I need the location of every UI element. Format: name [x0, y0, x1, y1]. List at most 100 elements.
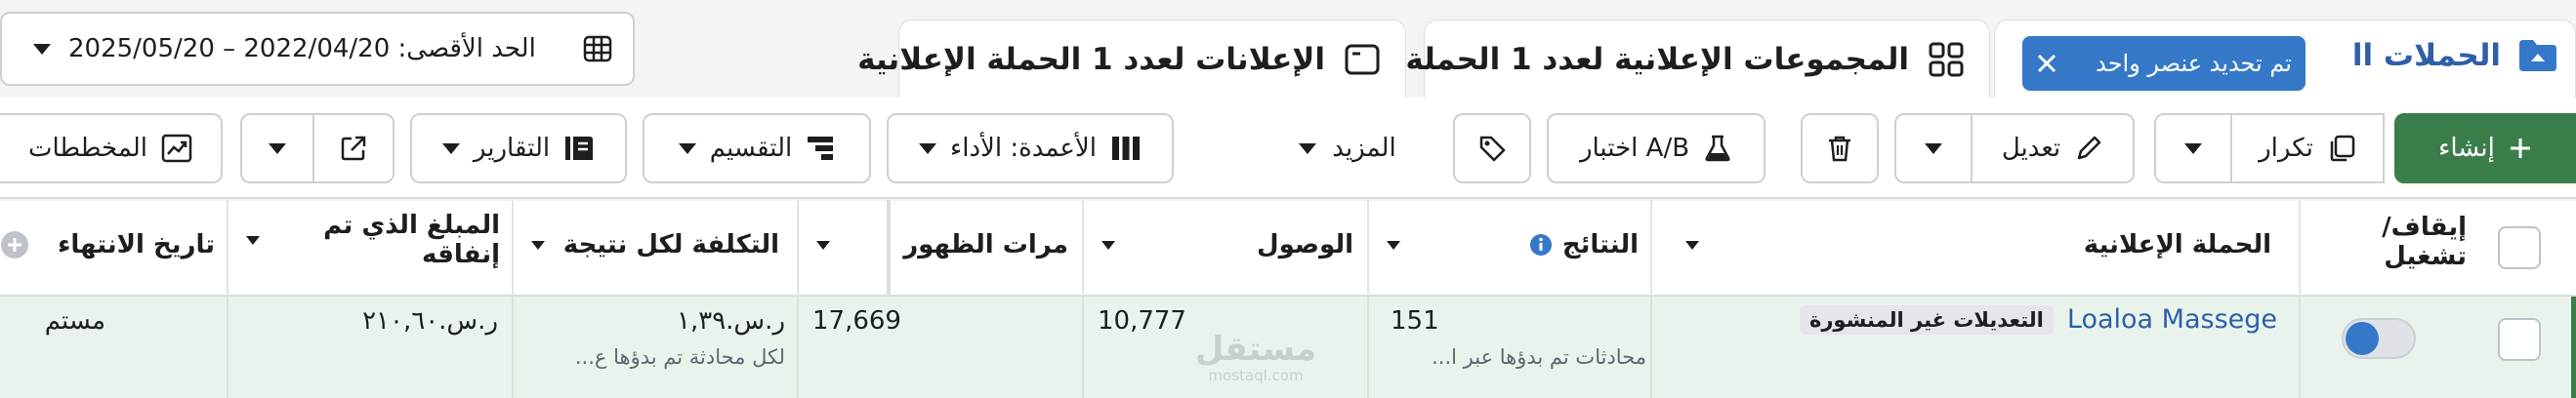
more-label: المزيد [1332, 134, 1396, 163]
calendar-grid-icon [582, 33, 613, 64]
charts-label: المخططات [27, 134, 147, 163]
export-dropdown[interactable] [240, 113, 314, 183]
reports-book-icon [563, 134, 595, 163]
selection-badge-label: تم تحديد عنصر واحد [2096, 50, 2292, 77]
breakdown-dropdown[interactable]: التقسيم [643, 113, 871, 183]
chevron-down-icon [2184, 142, 2202, 154]
plus-icon [2509, 137, 2532, 160]
create-button[interactable]: إنشاء [2394, 113, 2576, 183]
header-results-label: النتائج [1561, 230, 1639, 259]
edit-button[interactable]: تعديل [1971, 113, 2135, 183]
edit-dropdown[interactable] [1894, 113, 1973, 183]
header-cost-label: التكلفة لكل نتيجة [562, 230, 779, 259]
duplicate-dropdown[interactable] [2154, 113, 2232, 183]
folder-icon [2516, 36, 2559, 75]
cost-per-result-cell: ر.س.١,٣٩ لكل محادثة تم بدؤها ع... [514, 306, 785, 369]
add-column-icon[interactable] [0, 230, 29, 259]
edit-label: تعديل [2001, 134, 2061, 163]
sort-caret-icon [1387, 240, 1400, 250]
header-amount-line1: المبلغ الذي تم [323, 211, 500, 240]
adset-grid-icon [1927, 40, 1966, 79]
watermark: مستقل mostaql.com [1168, 332, 1344, 384]
header-cost-per-result[interactable]: التكلفة لكل نتيجة [523, 230, 779, 259]
sort-caret-icon [816, 240, 830, 250]
unpublished-badge: التعديلات غير المنشورة [1799, 304, 2054, 335]
chevron-down-icon [269, 142, 286, 154]
column-divider [227, 297, 229, 398]
amount-spent-value: ر.س.٢١٠,٦٠ [362, 306, 498, 336]
campaign-toggle[interactable] [2342, 318, 2416, 359]
create-label: إنشاء [2438, 134, 2495, 163]
header-reach-label: الوصول [1257, 230, 1353, 259]
results-value: 151 [1391, 306, 1439, 336]
column-divider [1367, 297, 1369, 398]
results-subtitle: محادثات تم بدؤها عبر ا... [1432, 345, 1646, 369]
trend-chart-icon [161, 134, 192, 163]
header-results[interactable]: النتائج [1379, 230, 1639, 259]
header-end-date[interactable]: تاريخ الانتهاء [0, 230, 215, 259]
sort-caret-icon [246, 235, 260, 245]
column-divider [797, 297, 799, 398]
sort-caret-icon [1101, 240, 1115, 250]
cost-subtitle: لكل محادثة تم بدؤها ع... [574, 345, 785, 369]
date-range-picker[interactable]: الحد الأقصى: 2022/04/20 – 2025/05/20 [0, 12, 635, 86]
header-amount-line2: إنفاقه [422, 240, 500, 269]
watermark-text: مستقل [1194, 330, 1317, 369]
column-divider [2299, 297, 2301, 398]
pencil-icon [2074, 134, 2103, 163]
reports-dropdown[interactable]: التقارير [410, 113, 627, 183]
row-checkbox[interactable] [2498, 318, 2541, 361]
campaign-name-link[interactable]: Loaloa Massege [2067, 304, 2277, 335]
charts-button[interactable]: المخططات [0, 113, 223, 183]
header-reach[interactable]: الوصول [1094, 230, 1353, 259]
chevron-down-icon [1299, 142, 1317, 154]
campaign-cell: التعديلات غير المنشورة Loaloa Massege [1662, 304, 2277, 335]
end-date-value: مستم [44, 306, 105, 336]
header-impressions-label: مرات الظهور [903, 230, 1068, 259]
delete-button[interactable] [1801, 113, 1879, 183]
results-cell: 151 محادثات تم بدؤها عبر ا... [1391, 306, 1646, 369]
tab-campaigns-label: الحملات اا [2351, 38, 2501, 73]
duplicate-button[interactable]: تكرار [2230, 113, 2385, 183]
breakdown-label: التقسيم [709, 134, 793, 163]
selection-badge[interactable]: تم تحديد عنصر واحد [2022, 36, 2306, 91]
select-all-checkbox[interactable] [2498, 226, 2541, 269]
chevron-down-icon [33, 43, 51, 55]
copy-icon [2327, 134, 2356, 163]
sort-caret-icon [531, 240, 545, 250]
header-campaign-label: الحملة الإعلانية [2083, 230, 2271, 259]
sort-caret-icon [1685, 240, 1699, 250]
ab-test-label: اختبار A/B [1579, 134, 1690, 163]
toggle-knob [2346, 322, 2379, 355]
chevron-down-icon [678, 142, 696, 154]
trash-icon [1825, 134, 1854, 163]
info-icon[interactable] [1529, 233, 1553, 257]
header-impressions[interactable]: مرات الظهور [809, 230, 1068, 259]
header-end-date-label: تاريخ الانتهاء [58, 230, 215, 259]
columns-icon [1110, 135, 1142, 162]
close-icon[interactable] [2036, 53, 2057, 74]
tag-button[interactable] [1453, 113, 1531, 183]
header-toggle-line2: تشغيل [2384, 242, 2467, 271]
column-divider [1650, 297, 1652, 398]
chevron-down-icon [1925, 142, 1942, 154]
columns-dropdown[interactable]: الأعمدة: الأداء [887, 113, 1174, 183]
export-button[interactable] [312, 113, 395, 183]
breakdown-icon [806, 135, 835, 162]
impressions-value: 17,669 [812, 306, 901, 336]
columns-label: الأعمدة: الأداء [950, 134, 1097, 163]
tab-adsets-label: المجموعات الإعلانية لعدد 1 الحملة [1405, 42, 1909, 77]
header-campaign[interactable]: الحملة الإعلانية [1662, 230, 2287, 259]
header-amount-spent[interactable]: المبلغ الذي تم إنفاقه [238, 211, 500, 269]
header-toggle[interactable]: إيقاف/ تشغيل [2310, 213, 2467, 271]
external-link-icon [339, 134, 368, 163]
more-dropdown[interactable]: المزيد [1269, 113, 1426, 183]
tag-icon [1477, 134, 1507, 163]
cost-per-result-value: ر.س.١,٣٩ [677, 306, 785, 336]
flask-icon [1703, 134, 1732, 163]
duplicate-label: تكرار [2259, 134, 2313, 163]
chevron-down-icon [919, 142, 936, 154]
ab-test-button[interactable]: اختبار A/B [1547, 113, 1766, 183]
chevron-down-icon [441, 142, 460, 154]
ad-window-icon [1343, 40, 1382, 79]
